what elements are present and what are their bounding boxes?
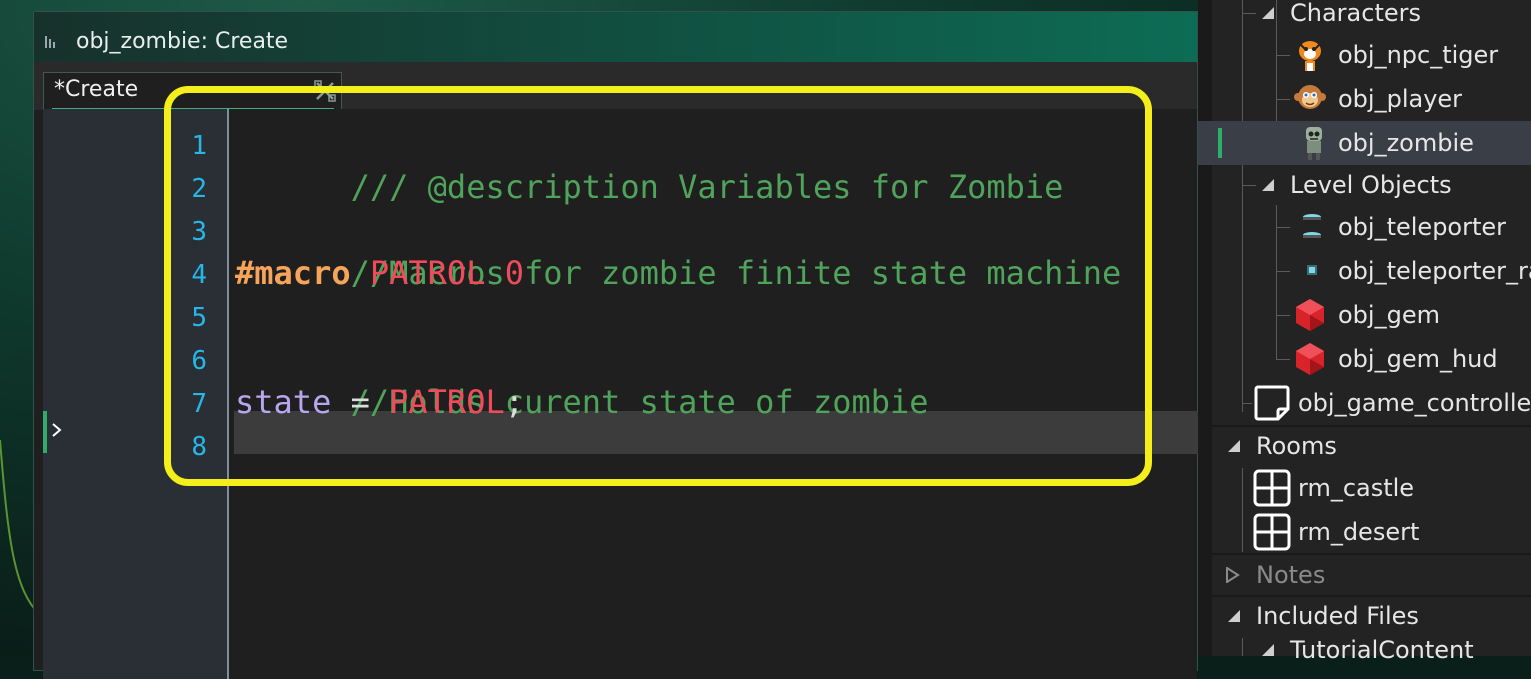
code-number: 0: [504, 254, 524, 292]
code-variable: state: [235, 383, 332, 421]
tab-create[interactable]: *Create: [43, 72, 342, 110]
current-line-marker: [43, 411, 47, 453]
expanded-triangle-icon[interactable]: [1226, 438, 1242, 454]
line-number: 3: [191, 217, 207, 247]
close-icon[interactable]: [313, 79, 337, 103]
line-number: 2: [191, 174, 207, 204]
code-text-area[interactable]: /// @description Variables for Zombie //…: [229, 109, 1200, 679]
tree-item-obj-teleporter-ray[interactable]: obj_teleporter_ray: [1198, 249, 1531, 293]
monkey-sprite-icon: [1294, 85, 1326, 109]
tree-item-obj-gem-hud[interactable]: obj_gem_hud: [1198, 337, 1531, 381]
tree-item-rm-desert[interactable]: rm_desert: [1198, 510, 1531, 554]
code-constant: PATROL: [369, 254, 486, 292]
editor-tabstrip: *Create: [34, 62, 1197, 110]
tree-label: rm_castle: [1298, 474, 1415, 502]
tiger-sprite-icon: [1299, 41, 1321, 71]
tree-item-obj-zombie[interactable]: obj_zombie: [1198, 121, 1531, 165]
tree-label: obj_zombie: [1338, 129, 1474, 157]
editor-titlebar[interactable]: obj_zombie: Create: [34, 12, 1197, 62]
code-semicolon: ;: [504, 383, 524, 421]
line-number: 6: [191, 346, 207, 376]
room-icon: [1253, 513, 1291, 551]
gem-sprite-icon: [1296, 299, 1324, 331]
resource-tree-panel: Characters obj_npc_tiger obj_player obj_…: [1198, 0, 1531, 664]
tree-label: Characters: [1290, 0, 1421, 27]
tree-item-obj-teleporter[interactable]: obj_teleporter: [1198, 205, 1531, 249]
tree-label: obj_player: [1338, 85, 1463, 113]
code-constant: PATROL: [389, 383, 505, 421]
object-icon: [1254, 385, 1290, 421]
tree-label: obj_gem_hud: [1338, 345, 1498, 373]
code-editor-window: obj_zombie: Create *Create 1 2 3 4 5 6 7…: [33, 11, 1200, 679]
room-icon: [1253, 469, 1291, 507]
tree-label: obj_game_controller: [1298, 389, 1531, 417]
tree-folder-level-objects[interactable]: Level Objects: [1198, 163, 1531, 207]
fold-arrow-icon[interactable]: [51, 422, 63, 438]
tree-folder-notes[interactable]: Notes: [1198, 553, 1531, 597]
tree-label: Rooms: [1256, 432, 1337, 460]
tree-label: Level Objects: [1290, 171, 1452, 199]
tree-label: obj_gem: [1338, 301, 1440, 329]
window-title: obj_zombie: Create: [76, 29, 289, 54]
line-number: 8: [191, 432, 207, 462]
tree-label: Notes: [1256, 561, 1326, 589]
line-number: 7: [191, 389, 207, 419]
expanded-triangle-icon[interactable]: [1260, 177, 1276, 193]
code-line: //Holds curent state of zombie: [235, 338, 929, 421]
tree-folder-tutorial-content[interactable]: TutorialContent: [1198, 628, 1531, 672]
tree-item-obj-player[interactable]: obj_player: [1198, 77, 1531, 121]
tree-label: obj_teleporter_ray: [1338, 257, 1531, 285]
tree-label: rm_desert: [1298, 518, 1420, 546]
tree-item-obj-gem[interactable]: obj_gem: [1198, 293, 1531, 337]
code-line: //Macros for zombie finite state machine: [235, 209, 1122, 292]
code-line: state = PATROL;: [235, 381, 524, 424]
code-line: /// @description Variables for Zombie: [235, 123, 1064, 206]
tab-label: *Create: [54, 77, 139, 102]
teleporter-sprite-icon: [1303, 214, 1321, 238]
tree-label: obj_teleporter: [1338, 213, 1507, 241]
tree-folder-rooms[interactable]: Rooms: [1198, 424, 1531, 468]
window-grip-icon[interactable]: [44, 34, 56, 50]
tree-label: Included Files: [1256, 602, 1419, 630]
line-number-gutter: 1 2 3 4 5 6 7 8: [43, 109, 229, 679]
gem-hud-sprite-icon: [1296, 343, 1324, 375]
tree-item-obj-game-controller[interactable]: obj_game_controller: [1198, 381, 1531, 425]
tree-item-rm-castle[interactable]: rm_castle: [1198, 466, 1531, 510]
line-number: 1: [191, 131, 207, 161]
tree-label: obj_npc_tiger: [1338, 41, 1499, 69]
code-line: #macro PATROL 0: [235, 252, 524, 295]
tree-item-obj-npc-tiger[interactable]: obj_npc_tiger: [1198, 33, 1531, 77]
line-number: 5: [191, 303, 207, 333]
code-comment: /// @description Variables for Zombie: [350, 168, 1064, 206]
selection-accent-bar: [1218, 128, 1222, 158]
expanded-triangle-icon[interactable]: [1260, 5, 1276, 21]
code-macro-keyword: #macro: [235, 254, 351, 292]
collapsed-triangle-icon[interactable]: [1224, 567, 1240, 583]
code-operator: =: [331, 383, 390, 421]
teleporter-ray-sprite-icon: [1307, 265, 1317, 275]
expanded-triangle-icon[interactable]: [1226, 608, 1242, 624]
tree-folder-characters[interactable]: Characters: [1198, 0, 1531, 35]
line-number: 4: [191, 260, 207, 290]
tree-label: TutorialContent: [1290, 636, 1474, 664]
zombie-sprite-icon: [1306, 127, 1322, 160]
